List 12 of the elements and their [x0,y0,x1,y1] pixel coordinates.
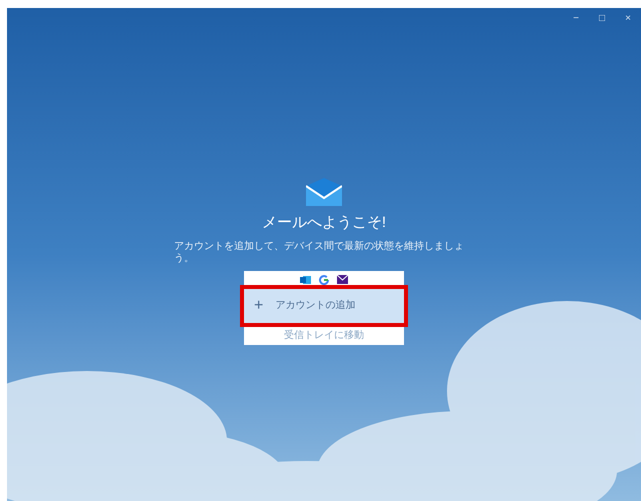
welcome-subtitle: アカウントを追加して、デバイス間で最新の状態を維持しましょう。 [174,240,465,264]
plus-icon: + [254,298,264,314]
mail-icon [337,275,348,284]
maximize-button[interactable]: □ [589,8,615,28]
welcome-title: メールへようこそ! [262,213,386,233]
google-icon [319,274,329,284]
minimize-button[interactable]: − [563,8,589,28]
close-button[interactable]: × [615,8,641,28]
add-account-label: アカウントの追加 [275,298,356,313]
add-account-button[interactable]: + アカウントの追加 [244,288,404,322]
outlook-icon [300,274,311,284]
envelope-icon [306,178,342,206]
